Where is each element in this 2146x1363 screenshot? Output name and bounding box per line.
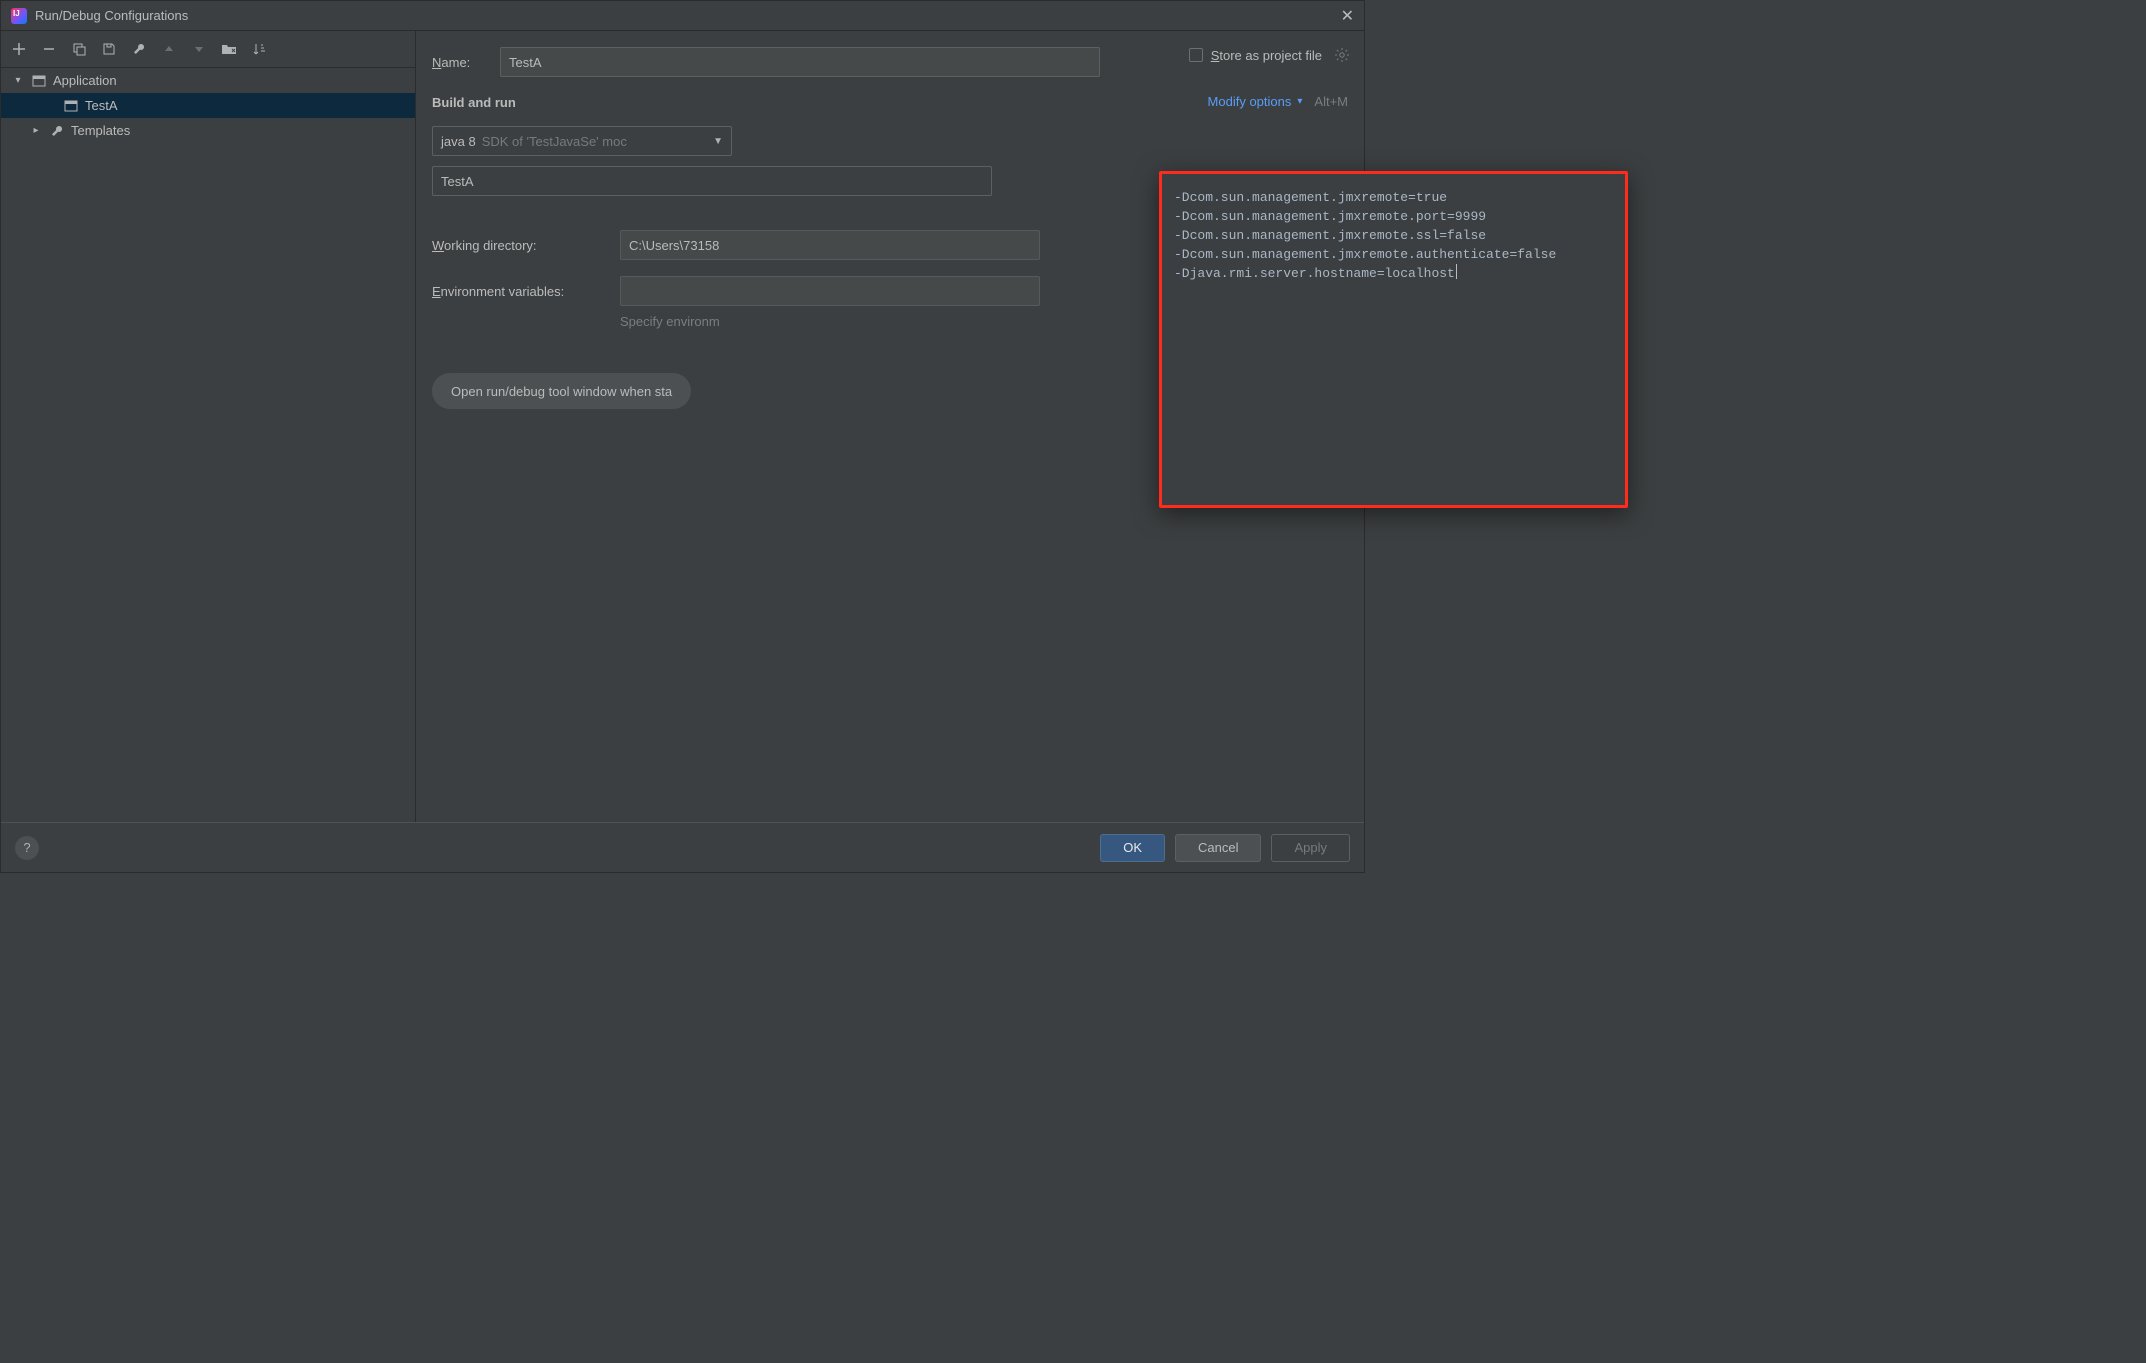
- env-hint: Specify environm: [620, 314, 720, 329]
- sort-icon[interactable]: [251, 41, 267, 57]
- env-label: Environment variables:: [432, 284, 620, 299]
- folder-collapse-icon[interactable]: [221, 41, 237, 57]
- config-tree: ▾ Application TestA ▸ Templates: [1, 67, 415, 822]
- name-input[interactable]: TestA: [500, 47, 1100, 77]
- copy-icon[interactable]: [71, 41, 87, 57]
- help-icon[interactable]: ?: [15, 836, 39, 860]
- vm-options-popup[interactable]: -Dcom.sun.management.jmxremote=true -Dco…: [1159, 171, 1628, 508]
- dialog-body: ▾ Application TestA ▸ Templates Store a: [1, 31, 1364, 822]
- tree-node-templates[interactable]: ▸ Templates: [1, 118, 415, 143]
- working-dir-input[interactable]: C:\Users\73158: [620, 230, 1040, 260]
- chevron-down-icon: ▼: [713, 136, 723, 147]
- env-input[interactable]: [620, 276, 1040, 306]
- config-form: Store as project file Modify options ▾ A…: [416, 31, 1364, 822]
- down-icon[interactable]: [191, 41, 207, 57]
- add-icon[interactable]: [11, 41, 27, 57]
- jdk-desc: SDK of 'TestJavaSe' moc: [482, 134, 707, 149]
- titlebar: Run/Debug Configurations ✕: [1, 1, 1364, 31]
- remove-icon[interactable]: [41, 41, 57, 57]
- apply-button[interactable]: Apply: [1271, 834, 1350, 862]
- run-debug-dialog: Run/Debug Configurations ✕ ▾ Application: [0, 0, 1365, 873]
- main-class-input[interactable]: TestA: [432, 166, 992, 196]
- wrench-icon[interactable]: [131, 41, 147, 57]
- working-dir-label: Working directory:: [432, 238, 620, 253]
- config-toolbar: [1, 31, 415, 67]
- wrench-icon: [49, 123, 65, 139]
- vm-options-text[interactable]: -Dcom.sun.management.jmxremote=true -Dco…: [1174, 188, 1613, 283]
- kb-hint: Alt+M: [1314, 94, 1348, 109]
- tree-label: Templates: [71, 123, 130, 138]
- chevron-down-icon: ▾: [11, 75, 25, 86]
- run-config-icon: [63, 98, 79, 114]
- ok-button[interactable]: OK: [1100, 834, 1165, 862]
- store-label: Store as project file: [1211, 48, 1322, 63]
- tree-label: TestA: [85, 98, 118, 113]
- modify-options-link[interactable]: Modify options: [1208, 94, 1292, 109]
- tree-node-application[interactable]: ▾ Application: [1, 68, 415, 93]
- jdk-row: java 8 SDK of 'TestJavaSe' moc ▼: [432, 126, 1348, 156]
- jdk-value: java 8: [441, 134, 476, 149]
- open-tool-window-option[interactable]: Open run/debug tool window when sta: [432, 373, 691, 409]
- chevron-down-icon: ▾: [1297, 96, 1302, 107]
- save-icon[interactable]: [101, 41, 117, 57]
- gear-icon[interactable]: [1334, 47, 1350, 63]
- chevron-right-icon: ▸: [29, 125, 43, 136]
- jdk-select[interactable]: java 8 SDK of 'TestJavaSe' moc ▼: [432, 126, 732, 156]
- application-icon: [31, 73, 47, 89]
- name-label: Name:: [432, 55, 500, 70]
- dialog-title: Run/Debug Configurations: [35, 8, 1341, 23]
- store-as-project-file[interactable]: Store as project file: [1189, 47, 1350, 63]
- up-icon[interactable]: [161, 41, 177, 57]
- tree-node-testa[interactable]: TestA: [1, 93, 415, 118]
- intellij-icon: [11, 8, 27, 24]
- close-icon[interactable]: ✕: [1341, 6, 1354, 26]
- modify-options[interactable]: Modify options ▾ Alt+M: [1208, 94, 1348, 109]
- cancel-button[interactable]: Cancel: [1175, 834, 1261, 862]
- tree-label: Application: [53, 73, 117, 88]
- configurations-pane: ▾ Application TestA ▸ Templates: [1, 31, 416, 822]
- checkbox-icon[interactable]: [1189, 48, 1203, 62]
- dialog-footer: ? OK Cancel Apply: [1, 822, 1364, 872]
